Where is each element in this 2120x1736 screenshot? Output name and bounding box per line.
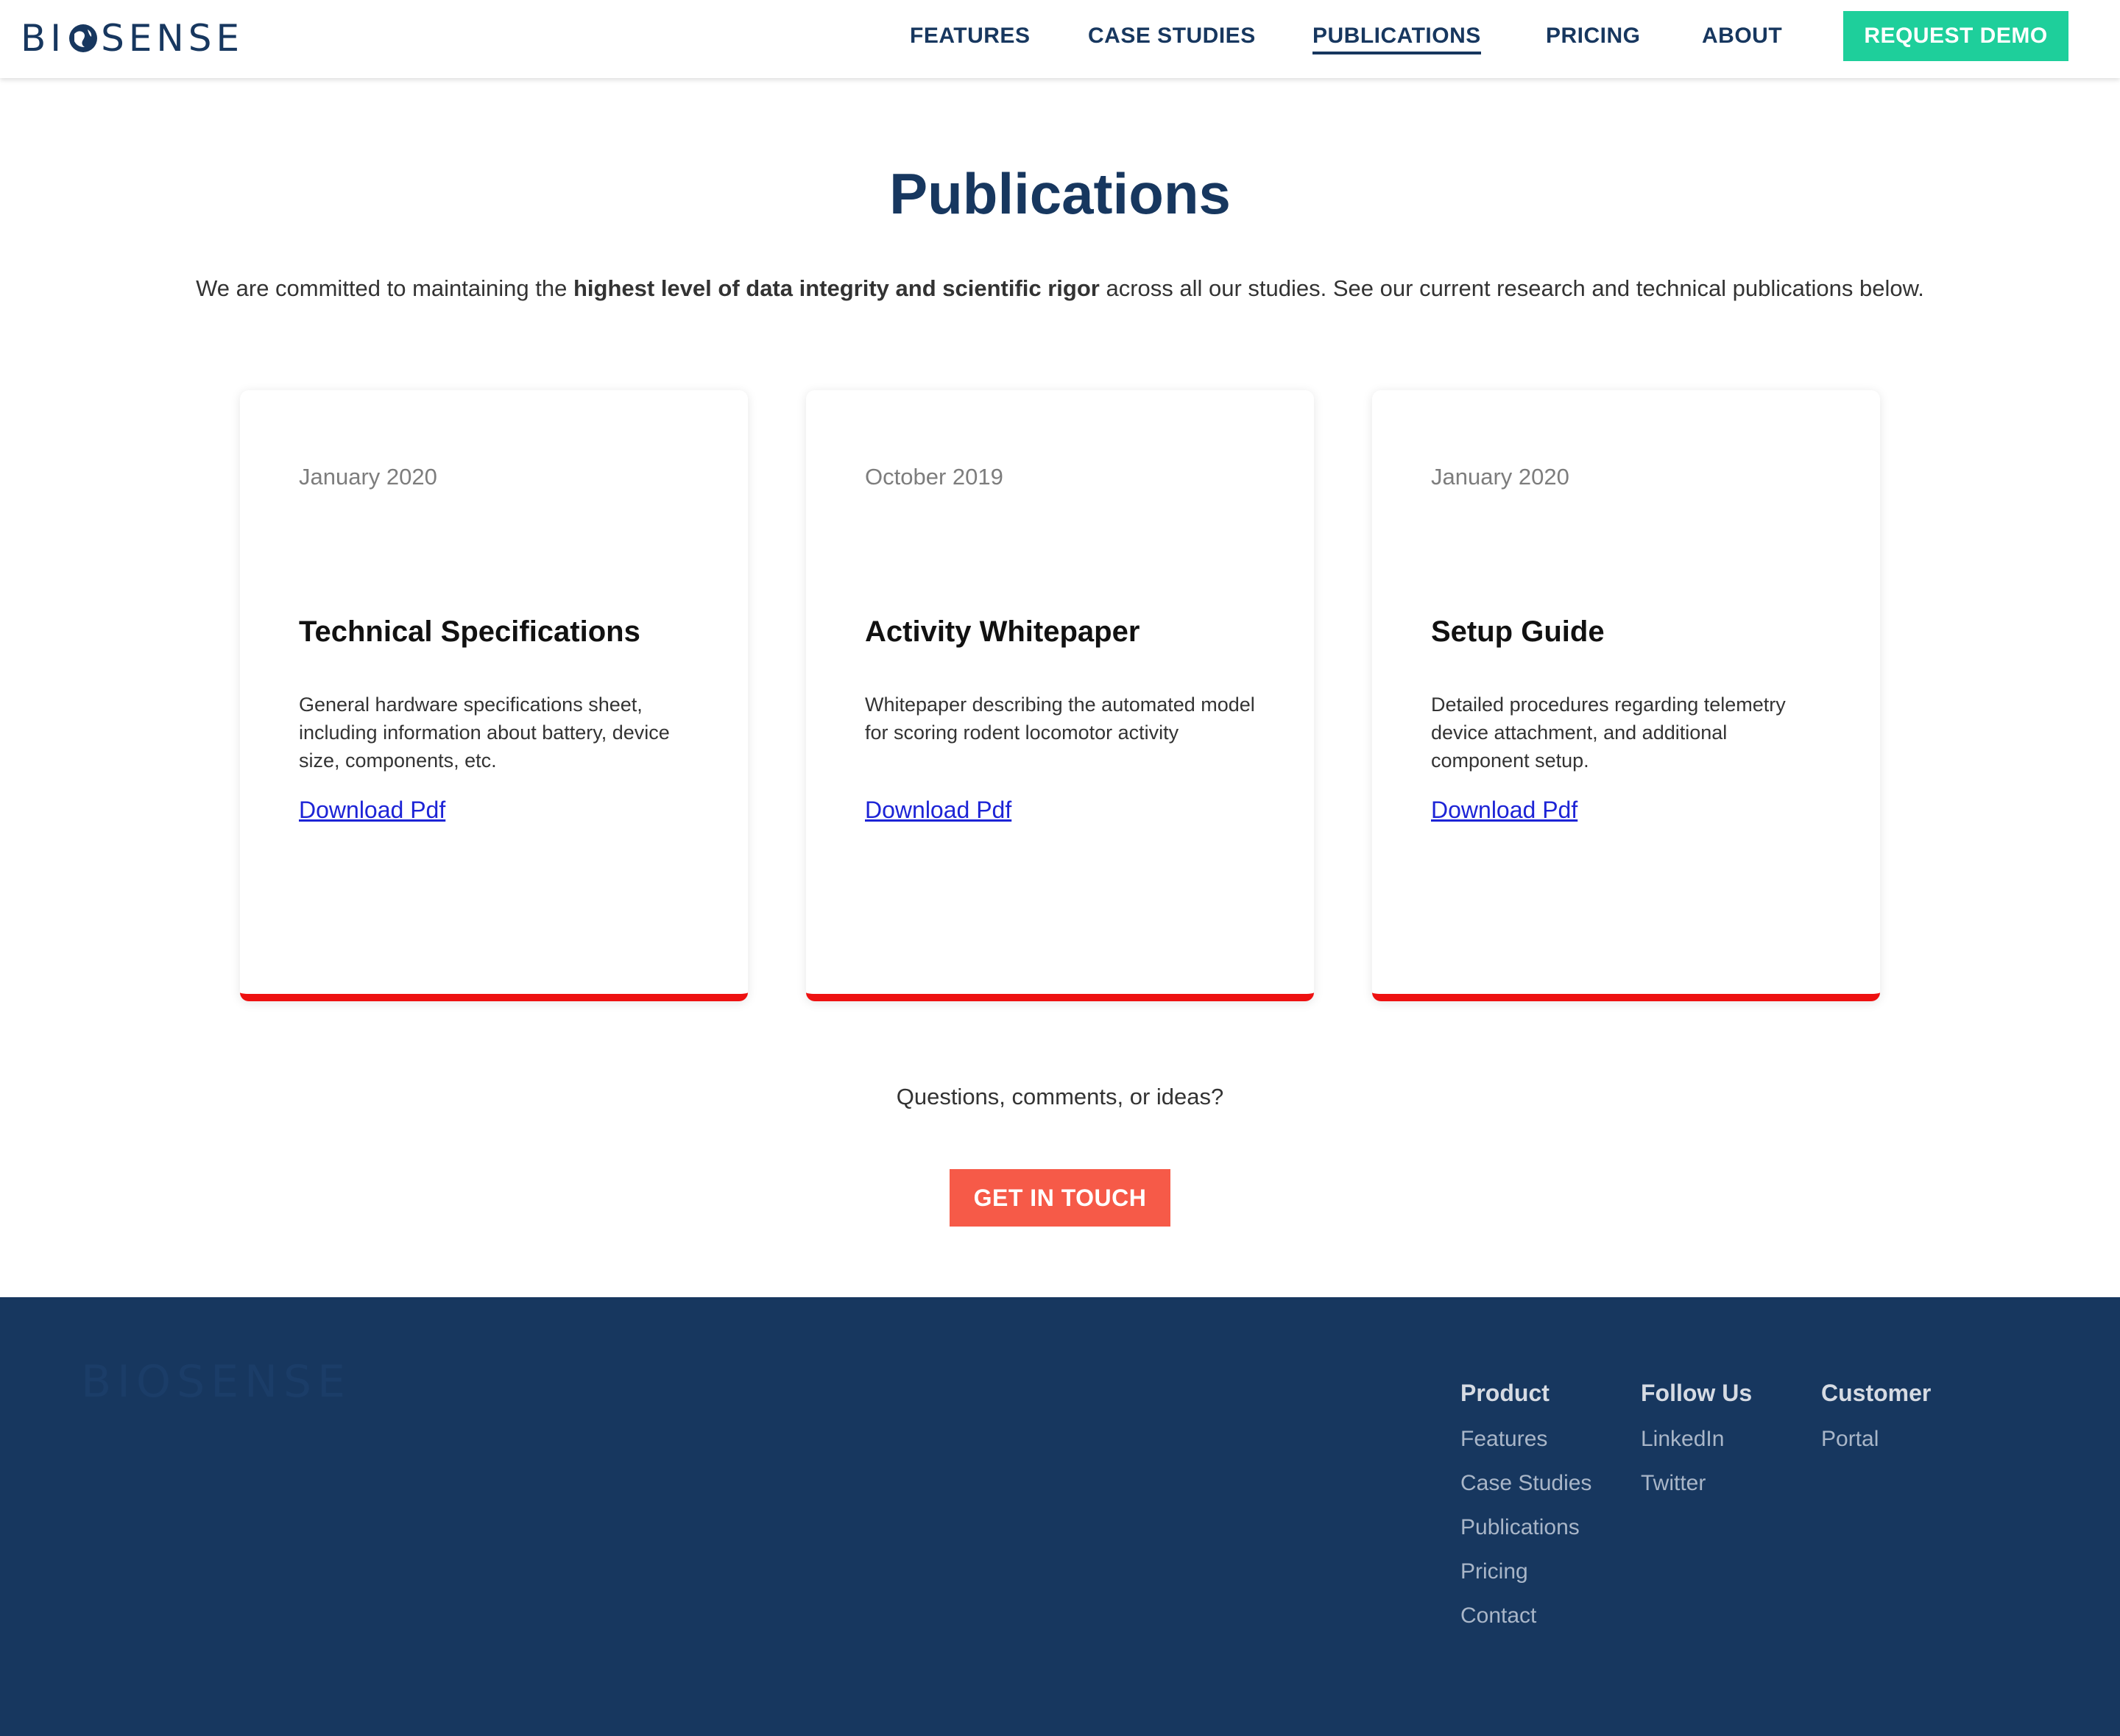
footer-column-product: Product Features Case Studies Publicatio… <box>1460 1380 1591 1648</box>
footer-link-contact[interactable]: Contact <box>1460 1604 1591 1648</box>
publication-card: October 2019 Activity Whitepaper Whitepa… <box>806 390 1314 1001</box>
footer-heading: Product <box>1460 1380 1550 1406</box>
globe-icon <box>69 24 98 52</box>
nav-features[interactable]: FEATURES <box>910 24 1030 49</box>
footer-link-linkedin[interactable]: LinkedIn <box>1641 1428 1752 1472</box>
site-header: BI SENSE FEATURES CASE STUDIES PUBLICATI… <box>0 0 2120 78</box>
footer-column-follow: Follow Us LinkedIn Twitter <box>1641 1380 1752 1516</box>
card-title: Setup Guide <box>1431 615 1605 648</box>
intro-text-bold: highest level of data integrity and scie… <box>573 275 1100 301</box>
logo-text-right: SENSE <box>101 17 244 60</box>
footer-heading: Follow Us <box>1641 1380 1753 1406</box>
nav-about[interactable]: ABOUT <box>1702 24 1782 49</box>
download-pdf-link[interactable]: Download Pdf <box>1431 797 1577 824</box>
card-title: Activity Whitepaper <box>865 615 1140 648</box>
footer-link-pricing[interactable]: Pricing <box>1460 1560 1591 1604</box>
cta-text: Questions, comments, or ideas? <box>896 1084 1224 1109</box>
footer-link-features[interactable]: Features <box>1460 1428 1591 1472</box>
footer-logo: BIOSENSE <box>81 1356 351 1408</box>
card-date: January 2020 <box>1431 464 1569 490</box>
get-in-touch-button[interactable]: GET IN TOUCH <box>950 1169 1170 1227</box>
card-description: Detailed procedures regarding telemetry … <box>1431 694 1786 772</box>
footer-link-case-studies[interactable]: Case Studies <box>1460 1472 1591 1516</box>
footer-link-twitter[interactable]: Twitter <box>1641 1472 1752 1516</box>
card-title: Technical Specifications <box>299 615 640 648</box>
publication-card: January 2020 Technical Specifications Ge… <box>240 390 748 1001</box>
nav-pricing[interactable]: PRICING <box>1546 24 1641 49</box>
download-pdf-link[interactable]: Download Pdf <box>865 797 1011 824</box>
request-demo-button[interactable]: REQUEST DEMO <box>1843 11 2068 61</box>
card-description: Whitepaper describing the automated mode… <box>865 694 1255 744</box>
nav-case-studies[interactable]: CASE STUDIES <box>1088 24 1256 49</box>
card-date: January 2020 <box>299 464 437 490</box>
footer-link-publications[interactable]: Publications <box>1460 1516 1591 1560</box>
intro-text-end: across all our studies. See our current … <box>1099 275 1924 301</box>
brand-logo[interactable]: BI SENSE <box>21 16 244 60</box>
logo-text-left: BI <box>21 17 66 60</box>
footer-link-portal[interactable]: Portal <box>1821 1428 1931 1472</box>
page-title: Publications <box>889 161 1231 226</box>
card-date: October 2019 <box>865 464 1003 490</box>
publication-card: January 2020 Setup Guide Detailed proced… <box>1372 390 1880 1001</box>
nav-publications[interactable]: PUBLICATIONS <box>1312 24 1481 54</box>
footer-heading: Customer <box>1821 1380 1932 1406</box>
intro-text: We are committed to maintaining the high… <box>0 275 2120 302</box>
site-footer: BIOSENSE Product Features Case Studies P… <box>0 1297 2120 1736</box>
intro-text-start: We are committed to maintaining the <box>196 275 573 301</box>
card-description: General hardware specifications sheet, i… <box>299 694 670 772</box>
download-pdf-link[interactable]: Download Pdf <box>299 797 445 824</box>
footer-column-customer: Customer Portal <box>1821 1380 1931 1472</box>
